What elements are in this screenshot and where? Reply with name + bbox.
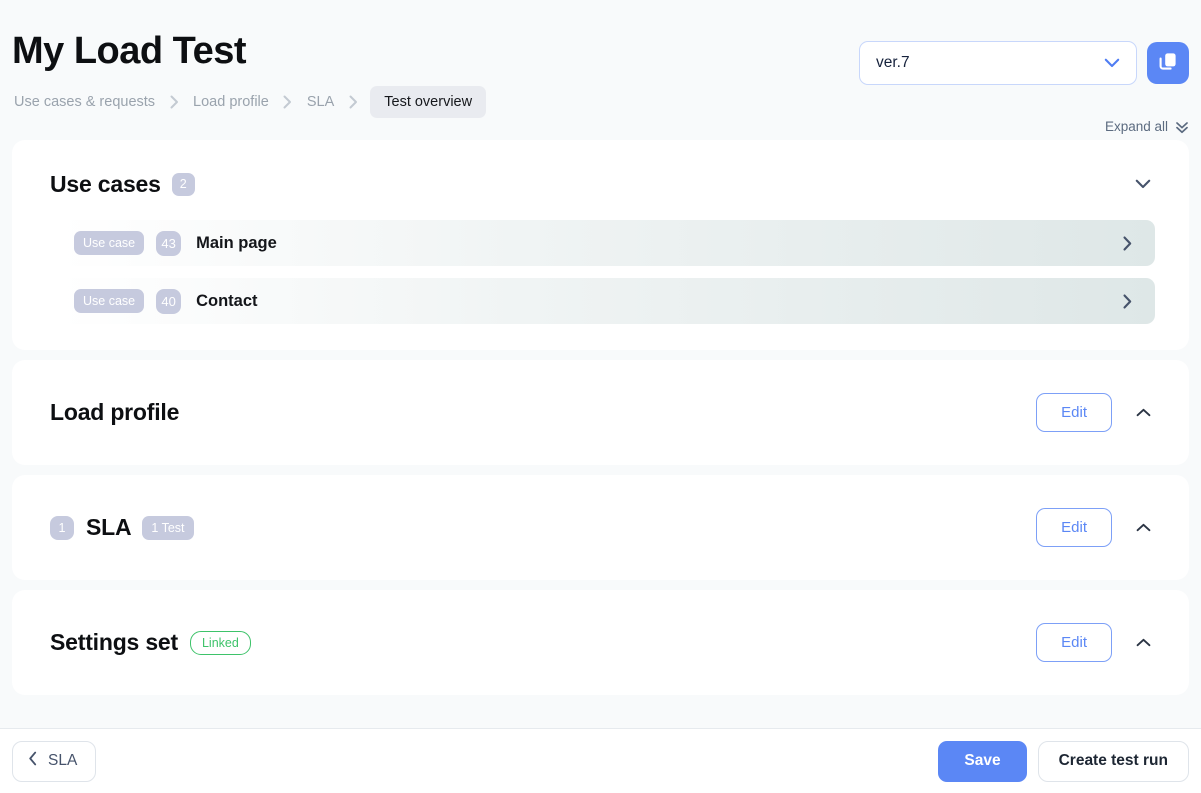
- use-case-name: Contact: [196, 292, 257, 311]
- expand-all-button[interactable]: Expand all: [1105, 119, 1189, 134]
- breadcrumb-item-test-overview[interactable]: Test overview: [370, 86, 486, 118]
- load-profile-edit-button[interactable]: Edit: [1036, 393, 1112, 432]
- save-button[interactable]: Save: [938, 741, 1026, 782]
- sla-edit-button[interactable]: Edit: [1036, 508, 1112, 547]
- use-cases-list: Use case 43 Main page Use case 40 Contac…: [12, 220, 1189, 324]
- use-case-row[interactable]: Use case 40 Contact: [60, 278, 1155, 324]
- header-actions: ver.7: [859, 41, 1189, 85]
- breadcrumb: Use cases & requests Load profile SLA Te…: [12, 86, 1189, 118]
- version-select[interactable]: ver.7: [859, 41, 1137, 85]
- use-cases-count-badge: 2: [172, 173, 195, 196]
- settings-set-edit-button[interactable]: Edit: [1036, 623, 1112, 662]
- chevron-right-icon: [336, 94, 370, 110]
- back-to-sla-button[interactable]: SLA: [12, 741, 96, 782]
- breadcrumb-item-use-cases[interactable]: Use cases & requests: [12, 94, 157, 110]
- sla-index-badge: 1: [50, 516, 74, 540]
- chevron-down-icon: [1104, 58, 1120, 68]
- use-cases-card: Use cases 2 Use case 43 Main page Use ca…: [12, 140, 1189, 350]
- load-profile-card: Load profile Edit: [12, 360, 1189, 465]
- double-chevron-down-icon: [1175, 120, 1189, 134]
- version-select-value: ver.7: [876, 54, 910, 72]
- chevron-up-icon[interactable]: [1136, 523, 1151, 532]
- use-case-tag: Use case: [74, 289, 144, 313]
- chevron-right-icon[interactable]: [1122, 293, 1133, 310]
- sla-title: SLA: [86, 514, 131, 541]
- copy-icon: [1157, 50, 1179, 77]
- chevron-down-icon[interactable]: [1135, 179, 1151, 189]
- use-case-row[interactable]: Use case 43 Main page: [60, 220, 1155, 266]
- chevron-right-icon: [157, 94, 191, 110]
- copy-button[interactable]: [1147, 42, 1189, 84]
- use-cases-title: Use cases: [50, 171, 161, 198]
- bottom-action-bar: SLA Save Create test run: [0, 728, 1201, 793]
- settings-set-linked-badge: Linked: [190, 631, 251, 655]
- chevron-up-icon[interactable]: [1136, 638, 1151, 647]
- use-case-name: Main page: [196, 234, 277, 253]
- settings-set-title: Settings set: [50, 629, 178, 656]
- sla-test-count-badge: 1 Test: [142, 516, 193, 540]
- use-case-number: 43: [156, 231, 181, 256]
- breadcrumb-item-load-profile[interactable]: Load profile: [191, 94, 271, 110]
- page-header: My Load Test Use cases & requests Load p…: [0, 0, 1201, 140]
- breadcrumb-item-sla[interactable]: SLA: [305, 94, 336, 110]
- sla-card: 1 SLA 1 Test Edit: [12, 475, 1189, 580]
- load-profile-title: Load profile: [50, 399, 179, 426]
- test-overview-page: My Load Test Use cases & requests Load p…: [0, 0, 1201, 793]
- chevron-right-icon: [271, 94, 305, 110]
- create-test-run-button[interactable]: Create test run: [1038, 741, 1189, 782]
- chevron-up-icon[interactable]: [1136, 408, 1151, 417]
- expand-all-label: Expand all: [1105, 119, 1168, 134]
- chevron-left-icon: [28, 751, 38, 771]
- use-case-tag: Use case: [74, 231, 144, 255]
- settings-set-card: Settings set Linked Edit: [12, 590, 1189, 695]
- use-cases-header[interactable]: Use cases 2: [12, 164, 1189, 204]
- chevron-right-icon[interactable]: [1122, 235, 1133, 252]
- back-button-label: SLA: [48, 752, 77, 770]
- use-case-number: 40: [156, 289, 181, 314]
